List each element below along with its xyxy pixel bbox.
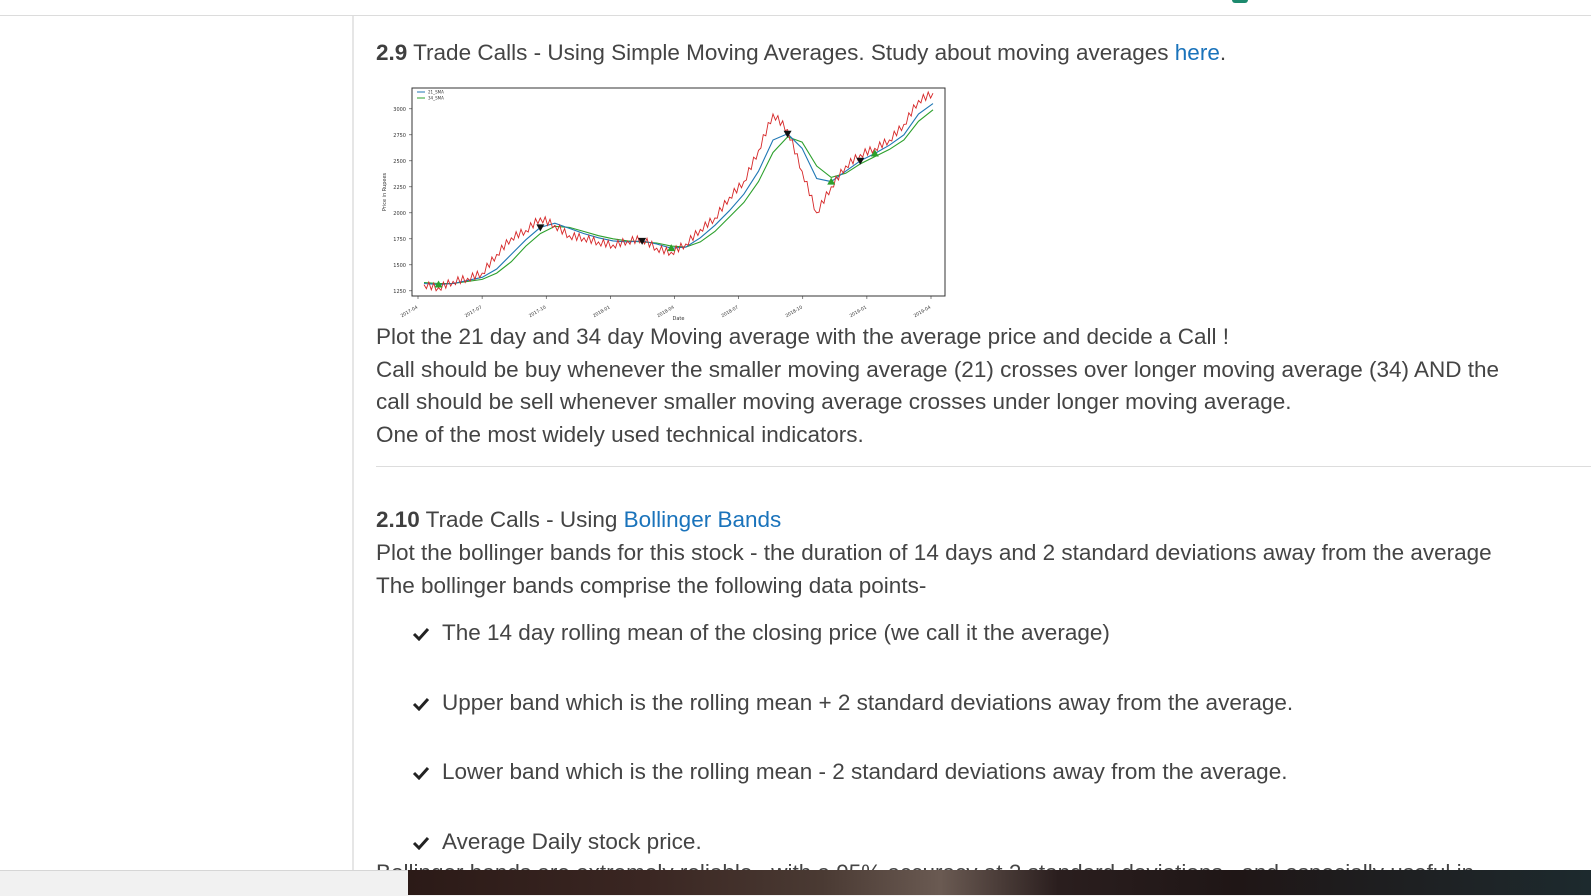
checkmark-icon bbox=[412, 627, 430, 641]
x-tick-label: 2017-10 bbox=[528, 304, 547, 319]
x-tick-label: 2017-04 bbox=[400, 304, 419, 319]
bollinger-bands-link[interactable]: Bollinger Bands bbox=[624, 507, 782, 532]
list-item-text: Lower band which is the rolling mean - 2… bbox=[442, 759, 1288, 784]
line-3: call should be sell whenever smaller mov… bbox=[376, 389, 1292, 414]
taskbar-strip bbox=[408, 870, 1591, 895]
y-tick-label: 2000 bbox=[393, 211, 406, 217]
left-sidebar bbox=[0, 16, 352, 876]
checkmark-icon bbox=[412, 697, 430, 711]
line-2: The bollinger bands comprise the followi… bbox=[376, 572, 927, 598]
x-tick-label: 2018-07 bbox=[720, 304, 739, 319]
x-tick-label: 2018-01 bbox=[592, 304, 611, 319]
section-2-9-text: Plot the 21 day and 34 day Moving averag… bbox=[376, 321, 1576, 451]
sma-chart-figure: 1250 1500 1750 2000 2250 2500 2750 3000 2017-04 2… bbox=[376, 82, 956, 322]
legend-label: 21_SMA bbox=[428, 90, 444, 95]
list-item-text: The 14 day rolling mean of the closing p… bbox=[442, 620, 1110, 645]
y-tick-label: 1250 bbox=[393, 289, 406, 295]
line-1: Plot the 21 day and 34 day Moving averag… bbox=[376, 324, 1230, 349]
y-tick-label: 3000 bbox=[393, 107, 406, 113]
section-2-9-heading: 2.9 Trade Calls - Using Simple Moving Av… bbox=[376, 38, 1226, 68]
list-item-text: Average Daily stock price. bbox=[442, 829, 702, 854]
section-2-10-heading: 2.10 Trade Calls - Using Bollinger Bands bbox=[376, 505, 781, 535]
checkmark-icon bbox=[412, 766, 430, 780]
line-2: Call should be buy whenever the smaller … bbox=[376, 356, 1500, 382]
section-title: Trade Calls - Using bbox=[425, 507, 618, 532]
y-tick-label: 1750 bbox=[393, 237, 406, 243]
y-axis-label: Price in Rupees bbox=[382, 172, 388, 211]
y-tick-label: 2500 bbox=[393, 159, 406, 165]
x-tick-label: 2019-01 bbox=[849, 304, 868, 319]
x-tick-label: 2018-10 bbox=[784, 304, 803, 319]
line-4: One of the most widely used technical in… bbox=[376, 421, 864, 447]
period: . bbox=[1219, 40, 1227, 65]
checkmark-icon bbox=[412, 836, 430, 850]
clipped-header-icon bbox=[1232, 0, 1248, 3]
moving-averages-link[interactable]: here bbox=[1175, 40, 1220, 65]
section-divider bbox=[376, 466, 1591, 467]
legend-label: 34_SMA bbox=[428, 96, 444, 101]
x-tick-label: 2019-04 bbox=[913, 304, 932, 319]
section-number: 2.9 bbox=[376, 40, 408, 65]
plot-frame bbox=[411, 87, 946, 297]
section-title: Trade Calls - Using Simple Moving Averag… bbox=[413, 40, 1169, 65]
y-tick-label: 2250 bbox=[393, 185, 406, 191]
line-1: Plot the bollinger bands for this stock … bbox=[376, 540, 1492, 565]
y-tick-label: 2750 bbox=[393, 133, 406, 139]
x-tick-label: 2017-07 bbox=[464, 304, 483, 319]
section-2-10-text: Plot the bollinger bands for this stock … bbox=[376, 537, 1576, 602]
panel-divider bbox=[352, 16, 354, 876]
section-number: 2.10 bbox=[376, 507, 420, 532]
list-item-text: Upper band which is the rolling mean + 2… bbox=[442, 690, 1294, 715]
y-tick-label: 1500 bbox=[393, 263, 406, 269]
sma-chart: 1250 1500 1750 2000 2250 2500 2750 3000 2017-04 2… bbox=[382, 87, 946, 322]
